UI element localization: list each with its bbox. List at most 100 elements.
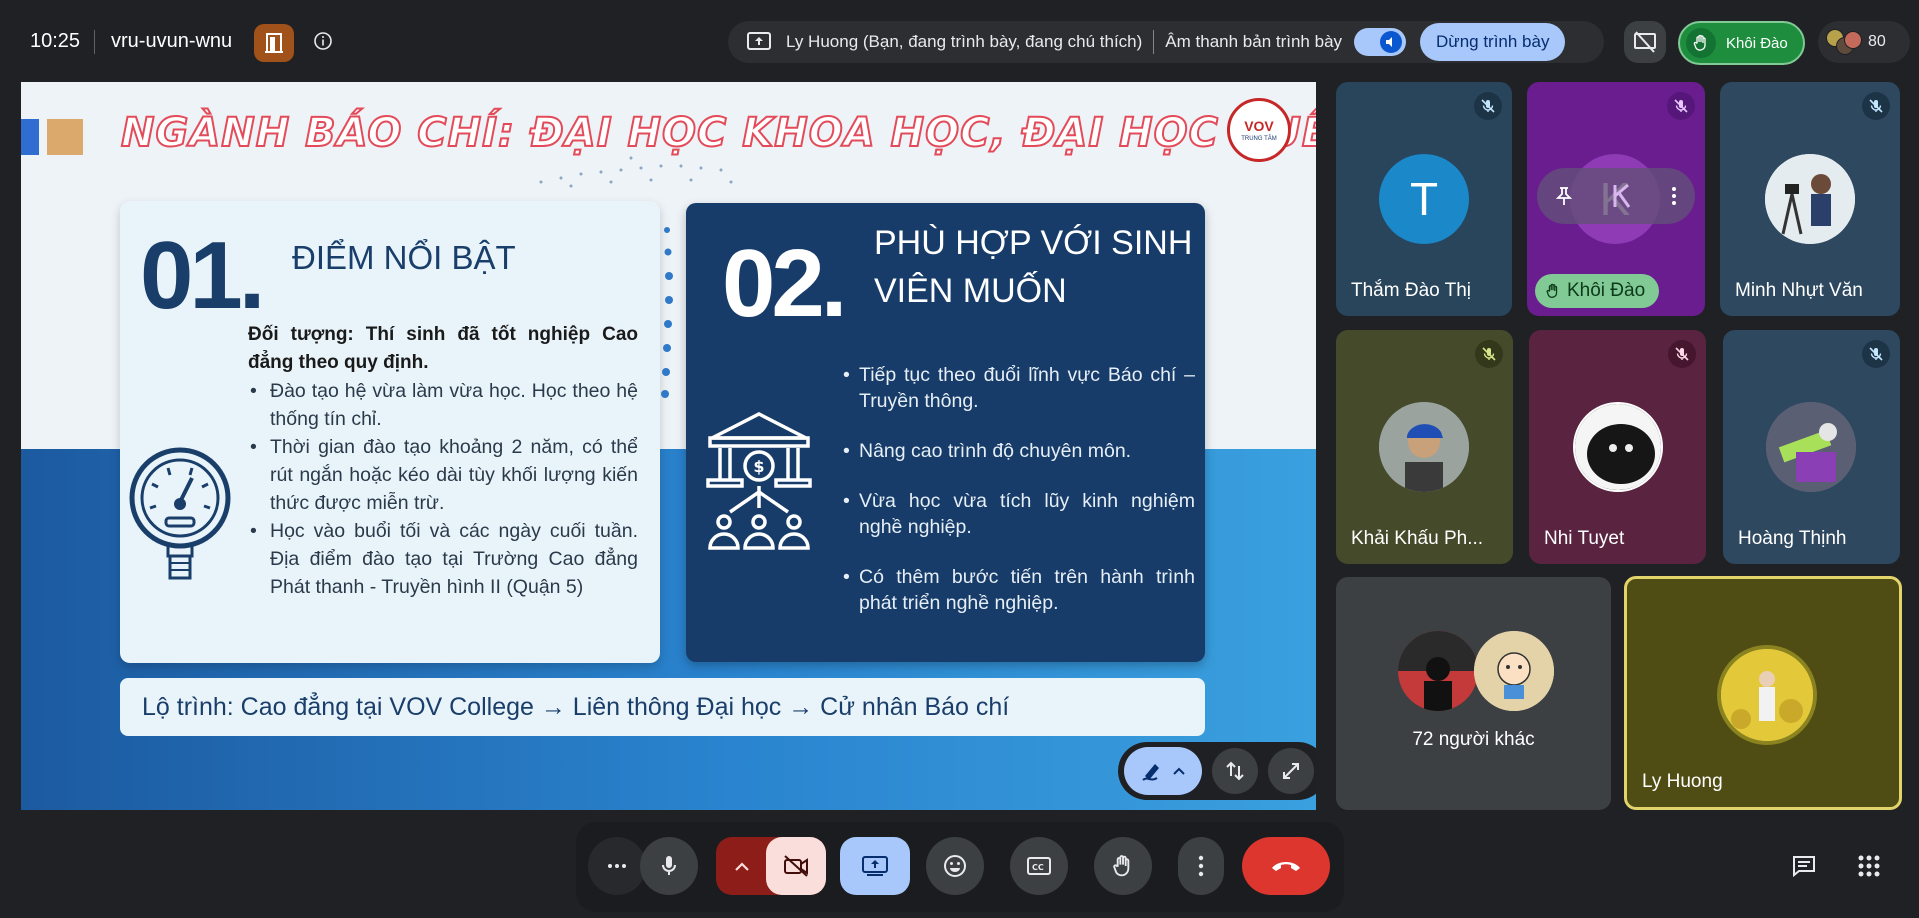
fullscreen-button[interactable] bbox=[1268, 748, 1314, 794]
reactions-button[interactable] bbox=[926, 837, 984, 895]
present-screen-icon bbox=[862, 856, 888, 876]
logo-subtext: TRUNG TÂM bbox=[1241, 135, 1277, 142]
captions-button[interactable]: CC bbox=[1010, 837, 1068, 895]
stop-presenting-button[interactable]: Dừng trình bày bbox=[1420, 23, 1566, 61]
svg-text:$: $ bbox=[753, 457, 764, 476]
suitable-for-card: 02. PHÙ HỢP VỚI SINH VIÊN MUỐN Tiếp tục … bbox=[686, 203, 1205, 662]
chat-icon bbox=[1793, 856, 1815, 878]
captions-icon: CC bbox=[1027, 857, 1051, 875]
presentation-audio-toggle[interactable] bbox=[1354, 28, 1407, 56]
avatar bbox=[1573, 402, 1663, 492]
hand-icon bbox=[1546, 283, 1558, 298]
roadmap-text: Lộ trình: Cao đẳng tại VOV College → Liê… bbox=[142, 692, 1010, 721]
slide-title: NGÀNH BÁO CHÍ: ĐẠI HỌC KHOA HỌC, ĐẠI HỌC… bbox=[120, 109, 1316, 157]
hand-icon bbox=[1113, 855, 1130, 877]
pin-icon[interactable] bbox=[1555, 186, 1573, 206]
self-tile[interactable]: Ly Huong bbox=[1624, 576, 1902, 810]
participant-tile[interactable]: Hoàng Thịnh bbox=[1723, 330, 1900, 564]
camera-off-icon bbox=[784, 855, 808, 877]
participant-name: Minh Nhựt Văn bbox=[1735, 280, 1863, 301]
decor-square bbox=[47, 119, 83, 155]
more-actions-button[interactable] bbox=[1178, 837, 1224, 895]
meeting-code: vru-uvun-wnu bbox=[111, 30, 233, 52]
call-controls: CC bbox=[576, 822, 1344, 912]
presenting-status: Ly Huong (Bạn, đang trình bày, đang chú … bbox=[786, 32, 1143, 51]
list-item: Vừa học vừa tích lũy kinh nghiệm nghề ng… bbox=[843, 488, 1195, 540]
people-button[interactable]: 80 bbox=[1818, 21, 1910, 63]
participant-tile[interactable]: Nhi Tuyet bbox=[1529, 330, 1706, 564]
more-horiz-icon bbox=[608, 864, 626, 868]
bank-icon: $ bbox=[706, 412, 812, 550]
top-bar: 10:25 vru-uvun-wnu Ly Huong (Bạn, đang t… bbox=[0, 0, 1919, 82]
highlights-card: 01. ĐIỂM NỔI BẬT Đối tượng: Thí sinh đã … bbox=[120, 201, 660, 663]
raise-hand-button[interactable] bbox=[1094, 837, 1152, 895]
others-count: 72 người khác bbox=[1412, 729, 1535, 750]
info-icon[interactable] bbox=[312, 30, 334, 52]
present-now-button[interactable] bbox=[840, 837, 910, 895]
avatar-initial: T bbox=[1409, 173, 1439, 225]
microphone-icon bbox=[662, 856, 676, 875]
present-screen-icon bbox=[746, 31, 772, 53]
list-item: Tiếp tục theo đuổi lĩnh vực Báo chí – Tr… bbox=[843, 362, 1195, 414]
raised-hand-indicator[interactable]: Khôi Đào bbox=[1678, 21, 1805, 65]
leave-call-button[interactable] bbox=[1242, 837, 1330, 895]
host-controls-door-icon[interactable] bbox=[254, 24, 294, 62]
participant-count: 80 bbox=[1868, 33, 1886, 50]
mic-off-icon bbox=[1862, 340, 1890, 368]
avatar bbox=[1766, 402, 1856, 492]
participant-avatars bbox=[1826, 27, 1862, 57]
swap-presentation-button[interactable] bbox=[1212, 748, 1258, 794]
hide-presentation-icon[interactable] bbox=[1624, 21, 1666, 63]
annotation-toolbar bbox=[1118, 742, 1316, 800]
list-item: Thời gian đào tạo khoảng 2 năm, có thể r… bbox=[248, 433, 638, 517]
participant-tile[interactable]: Khải Khấu Ph... bbox=[1336, 330, 1513, 564]
annotate-pen-button[interactable] bbox=[1124, 747, 1202, 795]
logo-text: VOV bbox=[1244, 117, 1274, 134]
raised-hand-name: Khôi Đào bbox=[1726, 34, 1788, 52]
card-title: PHÙ HỢP VỚI SINH VIÊN MUỐN bbox=[874, 224, 1193, 310]
end-call-icon bbox=[1272, 862, 1300, 871]
others-tile[interactable]: 72 người khác bbox=[1336, 577, 1611, 810]
more-vert-icon[interactable] bbox=[1671, 186, 1677, 206]
list-item: Nâng cao trình độ chuyên môn. bbox=[843, 438, 1195, 464]
camera-options-chevron[interactable] bbox=[730, 855, 754, 879]
mic-off-icon bbox=[1862, 92, 1890, 120]
svg-text:CC: CC bbox=[1032, 863, 1044, 872]
mic-off-icon bbox=[1667, 92, 1695, 120]
clock: 10:25 bbox=[30, 30, 81, 52]
list-item: Có thêm bước tiến trên hành trình phát t… bbox=[843, 564, 1195, 616]
roadmap-banner: Lộ trình: Cao đẳng tại VOV College → Liê… bbox=[120, 678, 1205, 736]
participant-tile[interactable]: Minh Nhựt Văn bbox=[1720, 82, 1900, 316]
camera-control-group bbox=[716, 837, 826, 895]
microphone-button[interactable] bbox=[640, 837, 698, 895]
hand-icon bbox=[1686, 28, 1716, 58]
participant-name: Thắm Đào Thị bbox=[1351, 280, 1472, 301]
avatar-initial-icon bbox=[1613, 183, 1631, 208]
chevron-up-icon bbox=[1173, 767, 1185, 775]
activities-button[interactable] bbox=[1843, 840, 1895, 892]
avatar bbox=[1379, 402, 1469, 492]
target-audience: Đối tượng: Thí sinh đã tốt nghiệp Cao đẳ… bbox=[248, 324, 638, 373]
chat-button[interactable] bbox=[1778, 840, 1830, 892]
emoji-icon bbox=[944, 855, 966, 877]
avatar: T bbox=[1379, 154, 1469, 244]
speaker-icon bbox=[1380, 31, 1403, 53]
participant-name: Nhi Tuyet bbox=[1544, 528, 1625, 549]
participant-tile[interactable]: K Khôi Đào bbox=[1527, 82, 1705, 316]
presentation-slide: NGÀNH BÁO CHÍ: ĐẠI HỌC KHOA HỌC, ĐẠI HỌC… bbox=[21, 82, 1316, 810]
decor-dots bbox=[661, 227, 673, 398]
tile-hover-controls bbox=[1537, 168, 1695, 224]
card-number: 01. bbox=[140, 222, 265, 329]
avatar bbox=[1398, 631, 1478, 711]
apps-grid-icon bbox=[1858, 855, 1880, 877]
participant-tile[interactable]: T Thắm Đào Thị bbox=[1336, 82, 1512, 316]
highlights-list: Đào tạo hệ vừa làm vừa học. Học theo hệ … bbox=[248, 377, 638, 601]
presentation-audio-label: Âm thanh bản trình bày bbox=[1165, 32, 1343, 51]
more-vert-icon bbox=[1198, 855, 1204, 877]
mic-off-icon bbox=[1474, 92, 1502, 120]
avatar bbox=[1765, 154, 1855, 244]
more-options-button[interactable] bbox=[588, 837, 646, 895]
divider bbox=[94, 30, 95, 54]
avatar bbox=[1717, 645, 1817, 745]
camera-off-button[interactable] bbox=[766, 837, 826, 895]
